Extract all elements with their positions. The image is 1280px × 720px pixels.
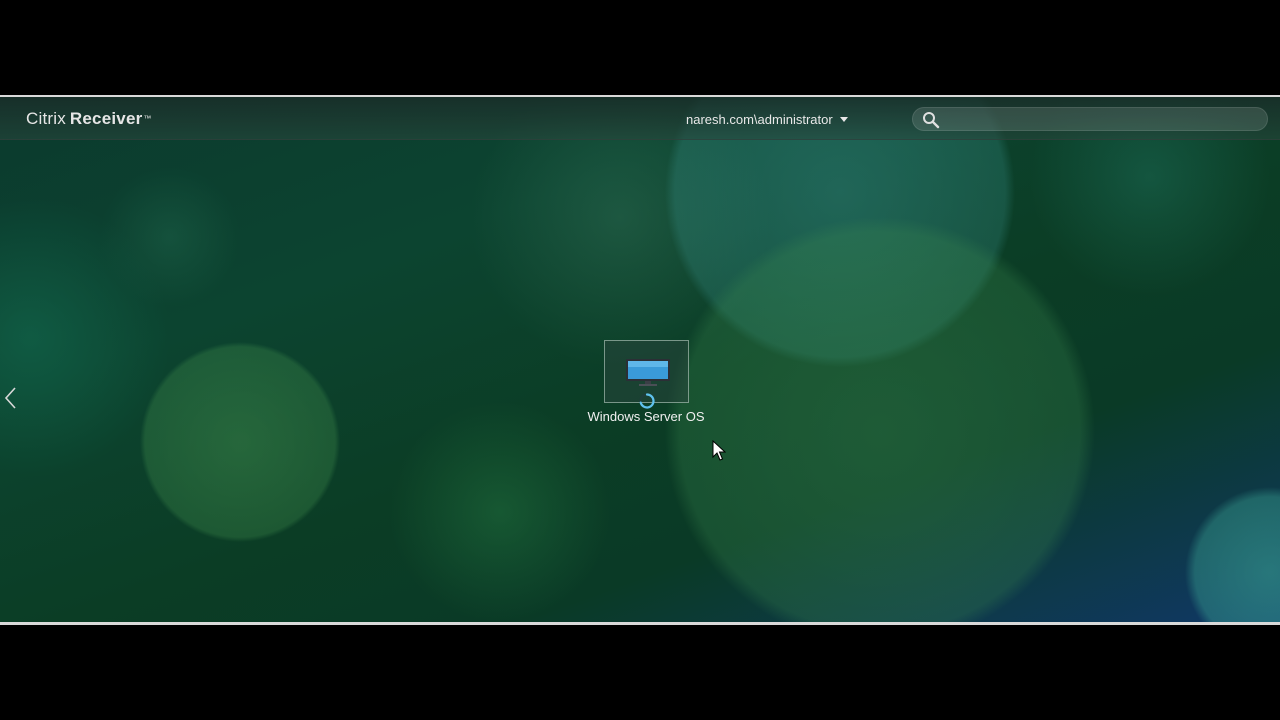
search-icon: [923, 112, 940, 129]
logo-trademark: ™: [143, 114, 152, 123]
app-tile-label: Windows Server OS: [587, 409, 705, 424]
user-account-label: naresh.com\administrator: [686, 112, 833, 127]
chevron-left-icon[interactable]: [3, 386, 19, 410]
citrix-receiver-logo: Citrix Receiver™: [26, 109, 152, 129]
app-tile-frame: [603, 340, 689, 409]
desktop-monitor-icon: [625, 359, 670, 386]
user-account-menu[interactable]: naresh.com\administrator: [686, 112, 848, 128]
app-tile-windows-server-os[interactable]: Windows Server OS: [574, 340, 718, 425]
citrix-receiver-window: Citrix Receiver™ naresh.com\administrator: [0, 95, 1280, 625]
logo-text-receiver: Receiver: [69, 109, 143, 128]
loading-spinner-icon: [638, 393, 655, 409]
search-input[interactable]: [947, 110, 1261, 130]
chevron-down-icon: [839, 117, 848, 123]
logo-text-citrix: Citrix: [26, 109, 66, 128]
letterbox-bottom: [0, 625, 1280, 720]
mouse-cursor-icon: [712, 440, 726, 461]
letterbox-top: [0, 0, 1280, 95]
top-bar: Citrix Receiver™ naresh.com\administrator: [0, 97, 1280, 140]
search-box[interactable]: [912, 107, 1268, 131]
